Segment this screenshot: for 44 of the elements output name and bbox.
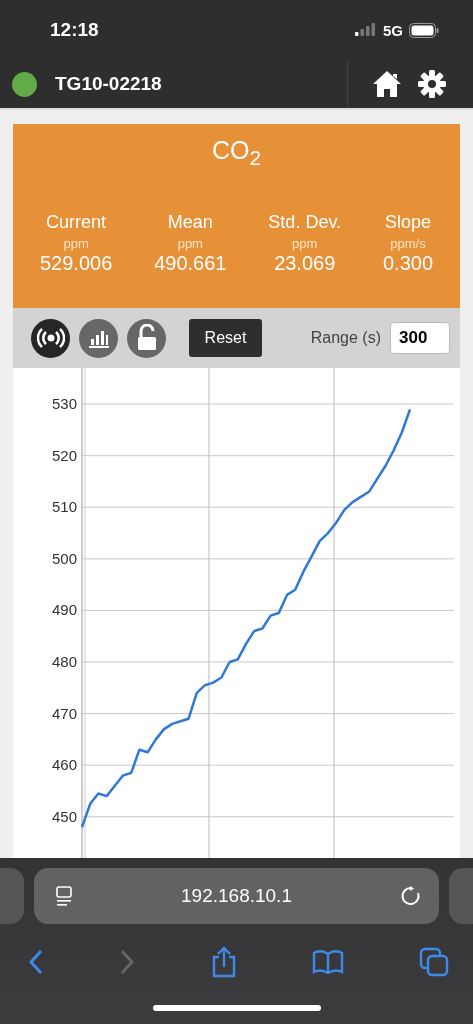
reader-icon[interactable] <box>56 886 72 906</box>
stat-label: Mean <box>167 212 213 233</box>
network-label: 5G <box>383 21 403 39</box>
bookmarks-icon[interactable] <box>311 949 344 975</box>
reset-button[interactable]: Reset <box>189 319 262 357</box>
stat-value: 490.661 <box>154 252 227 275</box>
stat-unit: ppm <box>63 236 89 251</box>
url-text: 192.168.10.1 <box>181 885 292 907</box>
unlock-button[interactable] <box>127 318 166 358</box>
stat-label: Std. Dev. <box>268 212 342 233</box>
address-bar[interactable]: 192.168.10.1 <box>34 868 439 924</box>
y-tick-label: 450 <box>51 807 77 825</box>
y-tick-label: 500 <box>51 549 77 567</box>
home-icon[interactable] <box>372 70 402 98</box>
stat-value: 0.300 <box>382 252 434 275</box>
stat-unit: ppm <box>292 236 318 251</box>
y-tick-label: 460 <box>51 756 77 774</box>
y-tick-label: 480 <box>51 653 77 670</box>
signal-icon <box>355 23 377 37</box>
stat-value: 529.006 <box>39 252 113 275</box>
stat-label: Current <box>46 212 107 233</box>
range-label: Range (s) <box>310 329 381 347</box>
stat-label: Slope <box>384 212 431 233</box>
y-tick-label: 490 <box>51 601 77 619</box>
y-tick-label: 510 <box>51 498 77 516</box>
bar-chart-button[interactable] <box>79 318 118 358</box>
gas-title: CO$_{2}$ <box>210 135 263 171</box>
y-tick-label: 470 <box>51 704 77 722</box>
battery-icon <box>409 22 439 38</box>
back-icon[interactable] <box>28 949 44 975</box>
share-icon[interactable] <box>210 946 237 978</box>
status-time: 12:18 <box>50 19 99 41</box>
range-input[interactable]: 300 <box>390 322 450 354</box>
broadcast-button[interactable] <box>31 318 70 358</box>
y-tick-label: 520 <box>51 446 77 464</box>
tabs-icon[interactable] <box>419 947 449 977</box>
reload-icon[interactable] <box>401 886 421 906</box>
stat-unit: ppm <box>177 236 203 251</box>
device-name: TG10-02218 <box>55 73 163 95</box>
broadcast-icon <box>36 327 65 349</box>
y-tick-label: 530 <box>51 395 77 413</box>
stat-value: 23.069 <box>274 252 336 275</box>
stat-unit: ppm/s <box>390 236 426 251</box>
settings-icon[interactable] <box>418 70 446 98</box>
